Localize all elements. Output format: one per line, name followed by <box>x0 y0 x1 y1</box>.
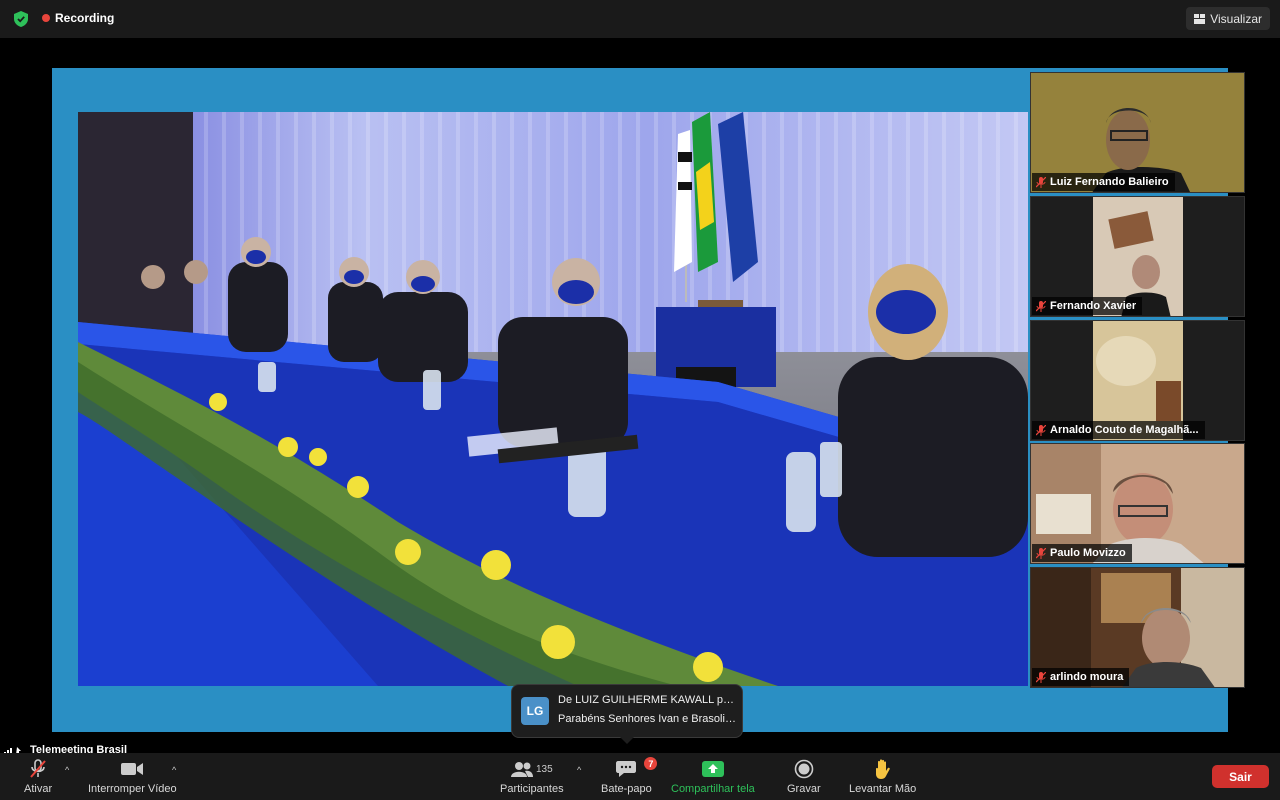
top-bar: Recording Visualizar <box>0 0 1280 38</box>
muted-mic-icon <box>1036 671 1046 683</box>
record-label: Gravar <box>787 783 821 795</box>
participant-tile[interactable]: Paulo Movizzo <box>1030 443 1245 564</box>
muted-mic-icon <box>1036 300 1046 312</box>
muted-mic-icon <box>1036 176 1046 188</box>
chat-unread-badge: 7 <box>644 757 658 770</box>
video-options-caret[interactable]: ^ <box>172 765 176 775</box>
stop-video-label: Interromper Vídeo <box>88 783 177 795</box>
bottom-toolbar: Ativar ^ Interromper Vídeo ^ 135 Partici… <box>0 753 1280 800</box>
chat-label: Bate-papo <box>601 783 652 795</box>
participants-icon <box>510 762 533 777</box>
raise-hand-button[interactable]: Levantar Mão <box>849 758 916 798</box>
avatar: LG <box>521 697 549 725</box>
grid-view-icon <box>1194 13 1206 24</box>
participant-name: Luiz Fernando Balieiro <box>1050 176 1169 188</box>
unmute-button[interactable]: Ativar <box>24 758 52 798</box>
recording-indicator[interactable]: Recording <box>42 11 114 25</box>
audio-options-caret[interactable]: ^ <box>65 765 69 775</box>
chat-sender: De LUIZ GUILHERME KAWALL par... <box>558 694 738 706</box>
ceremony-scene-image <box>78 112 1028 686</box>
participant-name: Fernando Xavier <box>1050 300 1137 312</box>
participant-tile[interactable]: Luiz Fernando Balieiro <box>1030 72 1245 193</box>
unmute-label: Ativar <box>24 783 53 795</box>
view-label: Visualizar <box>1210 11 1262 26</box>
view-button[interactable]: Visualizar <box>1186 7 1270 30</box>
participants-options-caret[interactable]: ^ <box>577 765 581 775</box>
chat-notification[interactable]: LG De LUIZ GUILHERME KAWALL par... Parab… <box>511 684 743 744</box>
participant-name-label: arlindo moura <box>1032 668 1130 686</box>
mic-muted-icon <box>30 759 46 778</box>
raise-hand-icon <box>875 759 890 779</box>
meeting-stage: Luiz Fernando Balieiro Fernando Xavier A… <box>0 38 1280 756</box>
participants-count: 135 <box>535 763 553 775</box>
recording-label: Recording <box>55 11 115 25</box>
participant-name-label: Luiz Fernando Balieiro <box>1032 173 1175 191</box>
record-icon <box>794 759 814 779</box>
muted-mic-icon <box>1036 547 1046 559</box>
share-screen-label: Compartilhar tela <box>671 783 755 795</box>
muted-mic-icon <box>1036 424 1046 436</box>
video-camera-icon <box>121 763 144 775</box>
participant-tile[interactable]: Arnaldo Couto de Magalhã... <box>1030 320 1245 441</box>
participant-name: Arnaldo Couto de Magalhã... <box>1050 424 1199 436</box>
participants-label: Participantes <box>500 783 564 795</box>
share-screen-button[interactable]: Compartilhar tela <box>671 758 755 798</box>
raise-hand-label: Levantar Mão <box>849 783 917 795</box>
shared-screen-photo <box>78 112 1028 686</box>
chat-message: Parabéns Senhores Ivan e Brasolin... <box>558 713 738 725</box>
participant-tile[interactable]: Fernando Xavier <box>1030 196 1245 317</box>
share-screen-icon <box>701 761 724 777</box>
participant-name-label: Arnaldo Couto de Magalhã... <box>1032 421 1205 439</box>
recording-dot-icon <box>42 14 50 22</box>
leave-meeting-button[interactable]: Sair <box>1212 765 1269 788</box>
chat-button[interactable]: 7 Bate-papo <box>601 757 658 798</box>
participant-name-label: Fernando Xavier <box>1032 297 1143 315</box>
chat-bubble-icon <box>616 761 637 777</box>
participant-tile[interactable]: arlindo moura <box>1030 567 1245 688</box>
participant-name: Paulo Movizzo <box>1050 547 1126 559</box>
security-shield-icon[interactable] <box>14 11 28 27</box>
record-button[interactable]: Gravar <box>787 758 821 798</box>
participant-name: arlindo moura <box>1050 671 1124 683</box>
stop-video-button[interactable]: Interromper Vídeo <box>88 758 177 798</box>
participants-button[interactable]: 135 Participantes <box>500 758 564 798</box>
participant-name-label: Paulo Movizzo <box>1032 544 1132 562</box>
